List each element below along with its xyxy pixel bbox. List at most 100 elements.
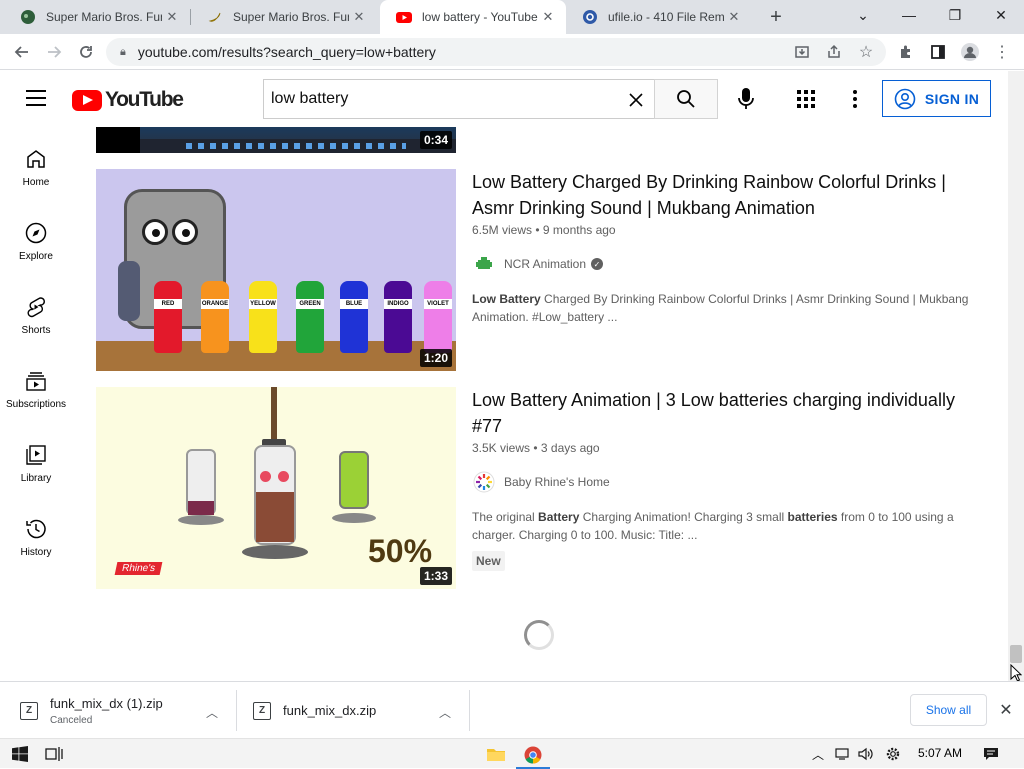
loading-spinner-icon [524, 620, 554, 650]
tab-title: Super Mario Bros. Funk [46, 10, 162, 24]
zip-file-icon: Z [20, 701, 38, 720]
search-icon [677, 90, 695, 108]
clock-time[interactable]: 5:07 AM [918, 746, 962, 760]
settings-more-icon[interactable] [845, 87, 865, 111]
network-icon[interactable] [832, 742, 852, 766]
logo-text: YouTube [105, 88, 184, 111]
tab-mario-1[interactable]: Super Mario Bros. Funk ✕ [4, 0, 190, 34]
channel-link[interactable]: NCR Animation ✓ [472, 252, 604, 276]
video-title[interactable]: Low Battery Charged By Drinking Rainbow … [472, 169, 962, 221]
windows-taskbar: ︿ 5:07 AM [0, 738, 1024, 769]
side-panel-icon[interactable] [926, 40, 950, 64]
extensions-icon[interactable] [894, 40, 918, 64]
download-options-chevron-icon[interactable]: ︿ [206, 704, 218, 721]
sidebar-item-label: History [20, 547, 52, 558]
search-button[interactable] [654, 79, 718, 119]
settings-gear-icon[interactable] [882, 742, 904, 766]
bottle-label: INDIGO [384, 299, 412, 309]
minimize-button[interactable]: — [886, 0, 932, 30]
new-badge: New [472, 551, 505, 571]
video-title[interactable]: Low Battery Animation | 3 Low batteries … [472, 387, 962, 439]
sidebar-item-home[interactable]: Home [0, 127, 72, 201]
show-hidden-icons-chevron-icon[interactable]: ︿ [808, 742, 828, 766]
tab-mario-2[interactable]: Super Mario Bros. Funk ✕ [191, 0, 377, 34]
clear-search-icon[interactable] [623, 87, 649, 113]
profile-avatar-icon[interactable] [958, 40, 982, 64]
close-downloads-bar-icon[interactable]: ✕ [996, 700, 1016, 720]
page-scrollbar-track[interactable] [1008, 71, 1024, 681]
voice-search-button[interactable] [733, 86, 759, 112]
sidebar-item-explore[interactable]: Explore [0, 201, 72, 275]
video-duration: 1:33 [419, 567, 452, 585]
task-view-icon[interactable] [42, 742, 66, 766]
channel-link[interactable]: Baby Rhine's Home [472, 470, 610, 494]
install-app-icon[interactable] [790, 40, 814, 64]
description-text: Charging Animation! Charging 3 small [579, 510, 788, 524]
video-thumbnail[interactable]: RED ORANGE YELLOW GREEN BLUE INDIGO VIOL… [96, 169, 456, 371]
reload-button[interactable] [74, 40, 98, 64]
window-close-button[interactable]: ✕ [978, 0, 1024, 30]
back-button[interactable] [10, 40, 34, 64]
youtube-favicon-icon [396, 12, 412, 23]
bottle-label: ORANGE [201, 299, 229, 309]
tab-close-icon[interactable]: ✕ [538, 7, 558, 27]
tab-close-icon[interactable]: ✕ [724, 7, 744, 27]
back-arrow-icon [14, 46, 28, 58]
page-scrollbar-thumb[interactable] [1010, 645, 1022, 663]
show-all-downloads-button[interactable]: Show all [910, 694, 987, 726]
library-icon [26, 445, 46, 465]
youtube-logo[interactable]: YouTube [72, 88, 184, 112]
youtube-header: YouTube low battery SIGN IN [0, 71, 1024, 127]
sidebar-item-library[interactable]: Library [0, 423, 72, 497]
bookmark-star-icon[interactable]: ☆ [854, 40, 878, 64]
tab-youtube[interactable]: low battery - YouTube ✕ [380, 0, 566, 34]
sidebar-item-label: Home [22, 177, 50, 188]
download-item[interactable]: Z funk_mix_dx (1).zip Canceled [20, 682, 230, 739]
sign-in-button[interactable]: SIGN IN [882, 80, 991, 117]
download-status: Canceled [50, 714, 93, 726]
bottle-row: RED ORANGE YELLOW GREEN BLUE INDIGO VIOL… [96, 169, 456, 371]
description-highlight: Battery [538, 510, 580, 524]
share-icon[interactable] [822, 40, 846, 64]
sidebar-item-label: Subscriptions [5, 399, 67, 410]
file-explorer-icon[interactable] [484, 742, 508, 766]
notifications-icon[interactable] [980, 742, 1002, 766]
chrome-menu-icon[interactable]: ⋮ [990, 40, 1014, 64]
tab-close-icon[interactable]: ✕ [349, 7, 369, 27]
download-separator [469, 690, 470, 731]
tab-ufile[interactable]: ufile.io - 410 File Remo ✕ [566, 0, 752, 34]
guide-menu-icon[interactable] [26, 90, 46, 106]
mouse-cursor-icon [1010, 664, 1022, 682]
apps-grid-icon[interactable] [795, 88, 817, 110]
microphone-icon [738, 88, 754, 109]
zip-file-icon: Z [253, 701, 271, 720]
verified-badge-icon: ✓ [591, 258, 604, 270]
tab-close-icon[interactable]: ✕ [162, 7, 182, 27]
mario-favicon-icon [21, 10, 35, 24]
download-item[interactable]: Z funk_mix_dx.zip [253, 682, 453, 739]
windows-start-icon[interactable] [8, 742, 32, 766]
download-options-chevron-icon[interactable]: ︿ [439, 704, 451, 721]
sidebar-item-shorts[interactable]: Shorts [0, 275, 72, 349]
search-input[interactable]: low battery [263, 79, 655, 119]
subscriptions-icon [26, 372, 46, 391]
chrome-taskbar-icon[interactable] [516, 742, 550, 769]
browser-toolbar: 🔒︎ youtube.com/results?search_query=low+… [0, 34, 1024, 70]
tab-title: low battery - YouTube [422, 10, 538, 24]
description-highlight: batteries [787, 510, 838, 524]
downloads-bar: Z funk_mix_dx (1).zip Canceled ︿ Z funk_… [0, 681, 1024, 738]
new-tab-button[interactable]: + [764, 5, 788, 29]
sidebar-item-history[interactable]: History [0, 497, 72, 571]
bottle-label: YELLOW [249, 299, 277, 309]
tab-search-chevron-icon[interactable]: ⌄ [840, 0, 886, 30]
restore-button[interactable]: ❐ [932, 0, 978, 30]
description-text: Charged By Drinking Rainbow Colorful Dri… [472, 292, 969, 324]
forward-button[interactable] [42, 40, 66, 64]
sidebar-item-subscriptions[interactable]: Subscriptions [0, 349, 72, 423]
tab-strip: Super Mario Bros. Funk ✕ Super Mario Bro… [0, 0, 1024, 34]
channel-avatar [472, 252, 496, 276]
video-thumbnail[interactable]: 50% Rhine's 1:33 [96, 387, 456, 589]
volume-icon[interactable] [856, 742, 876, 766]
address-bar[interactable]: 🔒︎ youtube.com/results?search_query=low+… [106, 38, 886, 66]
video-thumbnail[interactable]: 0:34 [96, 127, 456, 153]
